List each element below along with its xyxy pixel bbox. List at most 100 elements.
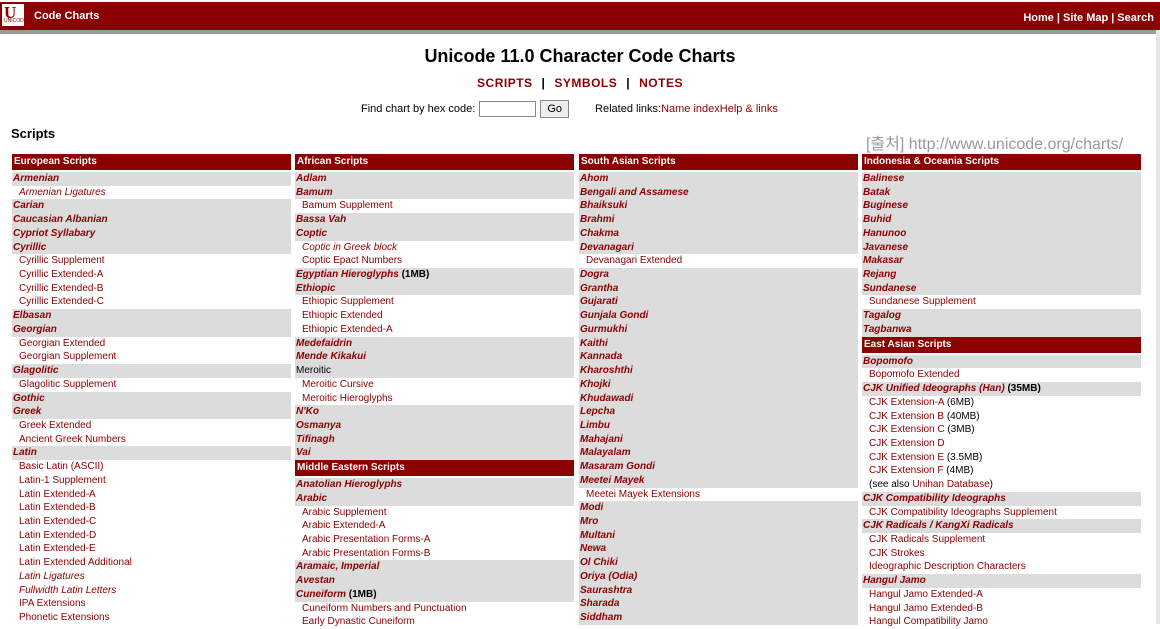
chart-link[interactable]: Greek xyxy=(13,406,41,417)
chart-link[interactable]: CJK Extension E xyxy=(869,452,944,463)
chart-link[interactable]: Tifinagh xyxy=(296,434,335,445)
chart-link[interactable]: Egyptian Hieroglyphs xyxy=(296,269,399,280)
tab-notes[interactable]: NOTES xyxy=(639,76,683,90)
chart-link[interactable]: Hangul Jamo Extended-A xyxy=(869,589,983,600)
chart-link[interactable]: Ethiopic Extended-A xyxy=(302,324,393,335)
chart-link[interactable]: Meetei Mayek Extensions xyxy=(586,489,700,500)
chart-link[interactable]: Bamum xyxy=(296,187,333,198)
chart-link[interactable]: Latin Extended-B xyxy=(19,502,96,513)
chart-link[interactable]: Anatolian Hieroglyphs xyxy=(296,479,402,490)
chart-link[interactable]: Newa xyxy=(580,543,606,554)
chart-link[interactable]: Cyrillic Supplement xyxy=(19,255,105,266)
chart-link[interactable]: CJK Extension F xyxy=(869,465,943,476)
chart-link[interactable]: Lepcha xyxy=(580,406,615,417)
chart-link[interactable]: Ethiopic xyxy=(296,283,335,294)
chart-link[interactable]: Bhaiksuki xyxy=(580,200,627,211)
chart-link[interactable]: Bopomofo Extended xyxy=(869,369,960,380)
chart-link[interactable]: Buhid xyxy=(863,214,891,225)
chart-link[interactable]: Dogra xyxy=(580,269,609,280)
chart-link[interactable]: CJK Strokes xyxy=(869,548,925,559)
chart-link[interactable]: Glagolitic xyxy=(13,365,59,376)
chart-link[interactable]: Mende Kikakui xyxy=(296,351,366,362)
chart-link[interactable]: Latin Extended-A xyxy=(19,489,96,500)
chart-link[interactable]: Basic Latin (ASCII) xyxy=(19,461,103,472)
chart-link[interactable]: Cyrillic xyxy=(13,242,46,253)
chart-link[interactable]: Sundanese xyxy=(863,283,916,294)
chart-link[interactable]: Gujarati xyxy=(580,296,618,307)
chart-link[interactable]: Bassa Vah xyxy=(296,214,346,225)
search-link[interactable]: Search xyxy=(1117,12,1154,24)
chart-link[interactable]: Rejang xyxy=(863,269,896,280)
chart-link[interactable]: Cuneiform xyxy=(296,589,346,600)
chart-link[interactable]: CJK Compatibility Ideographs xyxy=(863,493,1006,504)
chart-link[interactable]: Tagbanwa xyxy=(863,324,912,335)
chart-link[interactable]: Arabic Presentation Forms-B xyxy=(302,548,430,559)
chart-link[interactable]: Bamum Supplement xyxy=(302,200,393,211)
chart-link[interactable]: Arabic Presentation Forms-A xyxy=(302,534,430,545)
chart-link[interactable]: Georgian xyxy=(13,324,57,335)
chart-link[interactable]: Tagalog xyxy=(863,310,901,321)
chart-link[interactable]: CJK Radicals Supplement xyxy=(869,534,985,545)
chart-link[interactable]: Hangul Compatibility Jamo xyxy=(869,616,988,627)
chart-link[interactable]: Ol Chiki xyxy=(580,557,618,568)
chart-link[interactable]: Coptic Epact Numbers xyxy=(302,255,402,266)
chart-link[interactable]: Gothic xyxy=(13,393,45,404)
chart-link[interactable]: Glagolitic Supplement xyxy=(19,379,116,390)
chart-link[interactable]: IPA Extensions xyxy=(19,598,86,609)
chart-link[interactable]: Cyrillic Extended-C xyxy=(19,296,104,307)
chart-link[interactable]: CJK Extension C xyxy=(869,424,945,435)
chart-link[interactable]: Latin-1 Supplement xyxy=(19,475,106,486)
chart-link[interactable]: Cypriot Syllabary xyxy=(13,228,95,239)
chart-link[interactable]: Cuneiform Numbers and Punctuation xyxy=(302,603,467,614)
chart-link[interactable]: Arabic Supplement xyxy=(302,507,387,518)
chart-link[interactable]: CJK Unified Ideographs (Han) xyxy=(863,383,1005,394)
chart-link[interactable]: Meroitic xyxy=(296,365,331,376)
unicode-logo-icon[interactable]: U UNICODE xyxy=(2,3,27,26)
chart-link[interactable]: Mahajani xyxy=(580,434,623,445)
chart-link[interactable]: Multani xyxy=(580,530,615,541)
chart-link[interactable]: CJK Extension D xyxy=(869,438,945,449)
chart-link[interactable]: Arabic xyxy=(296,493,327,504)
chart-link[interactable]: Batak xyxy=(863,187,890,198)
chart-link[interactable]: Bengali and Assamese xyxy=(580,187,689,198)
chart-link[interactable]: Devanagari Extended xyxy=(586,255,682,266)
chart-link[interactable]: Buginese xyxy=(863,200,908,211)
chart-link[interactable]: Elbasan xyxy=(13,310,51,321)
chart-link[interactable]: Medefaidrin xyxy=(296,338,352,349)
chart-link[interactable]: Arabic Extended-A xyxy=(302,520,385,531)
chart-link[interactable]: Fullwidth Latin Letters xyxy=(19,585,116,596)
chart-link[interactable]: Aramaic, Imperial xyxy=(296,561,379,572)
chart-link[interactable]: Makasar xyxy=(863,255,903,266)
chart-link[interactable]: Kannada xyxy=(580,351,622,362)
chart-link[interactable]: Sundanese Supplement xyxy=(869,296,976,307)
name-index-link[interactable]: Name index xyxy=(661,103,720,115)
chart-link[interactable]: Modi xyxy=(580,502,603,513)
chart-link[interactable]: Latin Extended Additional xyxy=(19,557,132,568)
chart-link[interactable]: Oriya (Odia) xyxy=(580,571,637,582)
chart-link[interactable]: Limbu xyxy=(580,420,610,431)
chart-link[interactable]: Coptic in Greek block xyxy=(302,242,397,253)
chart-link[interactable]: CJK Extension-A xyxy=(869,397,944,408)
chart-link[interactable]: Georgian Supplement xyxy=(19,351,116,362)
chart-link[interactable]: Hangul Jamo xyxy=(863,575,926,586)
chart-link[interactable]: Kharoshthi xyxy=(580,365,633,376)
chart-link[interactable]: Cyrillic Extended-A xyxy=(19,269,103,280)
chart-link[interactable]: Masaram Gondi xyxy=(580,461,655,472)
chart-link[interactable]: Brahmi xyxy=(580,214,614,225)
chart-link[interactable]: Khojki xyxy=(580,379,611,390)
chart-link[interactable]: CJK Extension B xyxy=(869,411,944,422)
tab-symbols[interactable]: SYMBOLS xyxy=(554,76,617,90)
chart-link[interactable]: Balinese xyxy=(863,173,904,184)
chart-link[interactable]: Armenian Ligatures xyxy=(19,187,106,198)
chart-link[interactable]: Meroitic Hieroglyphs xyxy=(302,393,393,404)
chart-link[interactable]: Osmanya xyxy=(296,420,341,431)
chart-link[interactable]: Vai xyxy=(296,447,311,458)
vertical-scrollbar[interactable] xyxy=(1156,30,1160,624)
chart-link[interactable]: Saurashtra xyxy=(580,585,632,596)
hex-code-input[interactable] xyxy=(479,101,537,117)
chart-link[interactable]: Early Dynastic Cuneiform xyxy=(302,616,415,627)
chart-link[interactable]: Hanunoo xyxy=(863,228,906,239)
chart-link[interactable]: Javanese xyxy=(863,242,908,253)
chart-link[interactable]: Latin xyxy=(13,447,37,458)
chart-link[interactable]: Coptic xyxy=(296,228,327,239)
